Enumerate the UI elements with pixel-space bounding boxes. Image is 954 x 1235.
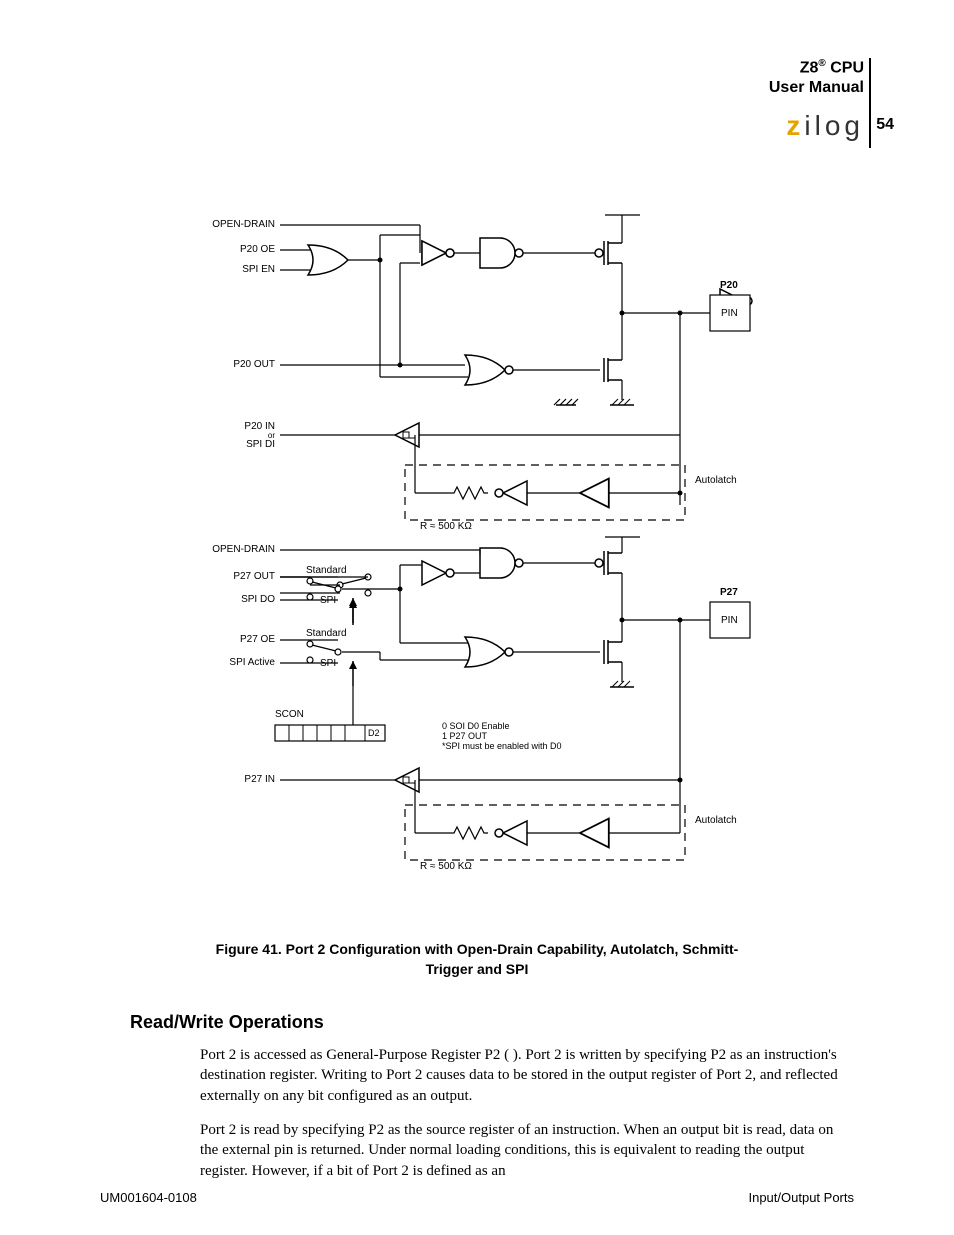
lbl-note-0: 0 SOI D0 Enable <box>442 721 510 731</box>
lbl-pin-2: PIN <box>721 615 738 626</box>
figure-caption: Figure 41. Port 2 Configuration with Ope… <box>0 940 954 979</box>
lbl-spi-active: SPI Active <box>205 657 275 668</box>
logo-rest: ilog <box>804 110 864 141</box>
caption-line1: Figure 41. Port 2 Configuration with Ope… <box>0 940 954 960</box>
circuit-diagram: OPEN-DRAIN P20 OE SPI EN P20 OUT P20 IN … <box>120 205 840 920</box>
lbl-spi-2: SPI <box>320 658 336 669</box>
doc-title-line1: Z8® CPU <box>769 58 864 78</box>
lbl-spi-1: SPI <box>320 595 336 606</box>
body-para-1: Port 2 is accessed as General-Purpose Re… <box>200 1045 840 1106</box>
lbl-note-1: 1 P27 OUT <box>442 731 487 741</box>
lbl-p20-out: P20 OUT <box>215 359 275 370</box>
title-suffix: CPU <box>826 59 864 76</box>
lbl-open-drain-1: OPEN-DRAIN <box>200 219 275 230</box>
logo-block: zilog 54 <box>786 110 864 142</box>
lbl-p20-oe: P20 OE <box>220 244 275 255</box>
title-sup: ® <box>818 58 825 69</box>
lbl-autolatch-2: Autolatch <box>695 815 737 826</box>
lbl-r500-2: R ≈ 500 KΩ <box>420 861 472 872</box>
lbl-p27-in: P27 IN <box>230 774 275 785</box>
footer-section: Input/Output Ports <box>748 1190 854 1205</box>
doc-title-line2: User Manual <box>769 78 864 97</box>
lbl-d2: D2 <box>368 728 380 738</box>
lbl-note-star: *SPI must be enabled with D0 <box>442 741 562 751</box>
body-para-2: Port 2 is read by specifying P2 as the s… <box>200 1120 840 1181</box>
lbl-p20-in-3: SPI DI <box>230 439 275 450</box>
lbl-scon: SCON <box>275 709 304 720</box>
lbl-autolatch-1: Autolatch <box>695 475 737 486</box>
lbl-pin-1: PIN <box>721 308 738 319</box>
page-number: 54 <box>876 116 894 134</box>
lbl-standard-2: Standard <box>306 628 347 639</box>
footer-docnum: UM001604-0108 <box>100 1190 197 1205</box>
lbl-spi-en: SPI EN <box>220 264 275 275</box>
lbl-open-drain-2: OPEN-DRAIN <box>200 544 275 555</box>
lbl-standard-1: Standard <box>306 565 347 576</box>
header-rule <box>869 58 871 148</box>
lbl-p27-oe: P27 OE <box>215 634 275 645</box>
doc-header: Z8® CPU User Manual <box>769 58 864 97</box>
title-prefix: Z8 <box>800 59 819 76</box>
section-heading: Read/Write Operations <box>130 1012 324 1033</box>
logo: zilog <box>786 110 864 141</box>
caption-line2: Trigger and SPI <box>0 960 954 980</box>
logo-z: z <box>786 110 804 141</box>
lbl-p27-out: P27 OUT <box>215 571 275 582</box>
lbl-p27: P27 <box>720 587 738 598</box>
lbl-p20: P20 <box>720 280 738 291</box>
lbl-r500-1: R ≈ 500 KΩ <box>420 521 472 532</box>
lbl-spi-do: SPI DO <box>215 594 275 605</box>
